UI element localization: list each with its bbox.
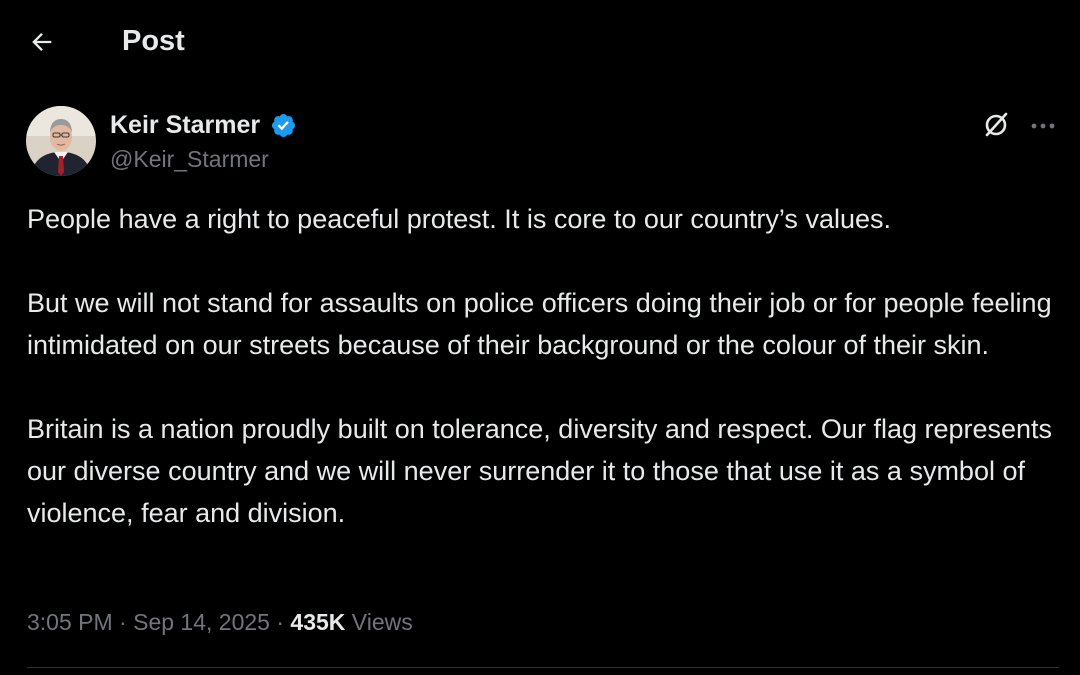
author-handle[interactable]: @Keir_Starmer — [110, 144, 269, 174]
meta-separator: · — [276, 609, 285, 635]
post-time[interactable]: 3:05 PM — [27, 609, 113, 635]
views-count: 435K — [290, 609, 346, 635]
post-paragraph: People have a right to peaceful protest.… — [27, 204, 891, 234]
post-metadata: 3:05 PM · Sep 14, 2025 · 435K Views — [27, 606, 413, 638]
post-text: People have a right to peaceful protest.… — [27, 198, 1057, 534]
verified-badge-icon[interactable] — [270, 112, 297, 139]
meta-separator: · — [119, 609, 127, 635]
back-button[interactable] — [24, 24, 60, 60]
avatar-image — [26, 106, 96, 176]
post-paragraph: Britain is a nation proudly built on tol… — [27, 414, 1053, 528]
more-horizontal-icon[interactable] — [1026, 110, 1060, 140]
avatar[interactable] — [26, 106, 96, 176]
grok-icon[interactable] — [981, 110, 1011, 140]
post-date[interactable]: Sep 14, 2025 — [133, 609, 270, 635]
author-display-name[interactable]: Keir Starmer — [110, 109, 260, 141]
post-paragraph: But we will not stand for assaults on po… — [27, 288, 1052, 360]
page-title: Post — [122, 25, 185, 57]
post-author: Keir Starmer @Keir_Starmer — [26, 106, 1066, 180]
top-bar: Post — [0, 0, 1080, 82]
divider — [27, 667, 1059, 668]
arrow-left-icon — [32, 33, 52, 51]
views-label: Views — [351, 609, 413, 635]
